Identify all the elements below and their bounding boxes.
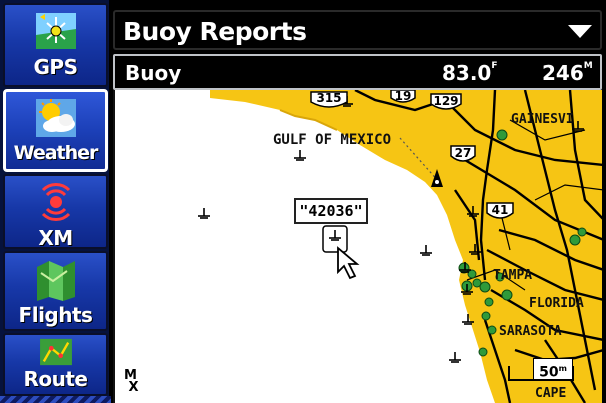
city-label-cape: CAPE <box>535 386 567 401</box>
selected-buoy-marker <box>322 225 348 253</box>
sidebar-item-label: Route <box>23 367 88 391</box>
sidebar-scroll-strip <box>0 396 111 403</box>
sidebar-item-xm[interactable]: XM <box>3 174 108 250</box>
sidebar-item-label: GPS <box>33 55 78 79</box>
city-label-gainesville: GAINESVI <box>511 112 574 127</box>
buoy-label: Buoy <box>125 61 182 85</box>
sidebar-item-flights[interactable]: Flights <box>3 251 108 331</box>
svg-text:41: 41 <box>492 203 509 217</box>
sidebar-item-gps[interactable]: GPS <box>3 3 108 87</box>
sidebar-item-label: Flights <box>18 303 93 327</box>
florida-land <box>210 90 602 403</box>
xm-icon <box>33 180 79 224</box>
weather-icon <box>33 96 79 140</box>
city-label-sarasota: SARASOTA <box>499 324 562 339</box>
buoy-direction: 246M <box>542 61 593 85</box>
city-label-tampa: TAMPA <box>493 268 533 283</box>
buoy-info-bar: Buoy 83.0F 246M <box>113 54 602 90</box>
sidebar-item-label: Weather <box>13 142 99 164</box>
selected-buoy-callout[interactable]: "42036" <box>294 198 368 224</box>
flights-icon <box>33 257 79 301</box>
map-view[interactable]: 315 19 129 27 41 GULF OF MEXICO GAINESVI… <box>113 90 602 403</box>
sidebar-item-route[interactable]: Route <box>3 333 108 396</box>
svg-text:129: 129 <box>433 94 458 108</box>
route-icon <box>33 337 79 367</box>
page-title: Buoy Reports <box>123 17 307 46</box>
mx-icon: M X <box>124 368 139 395</box>
gps-icon <box>33 9 79 53</box>
page-title-bar[interactable]: Buoy Reports <box>113 10 602 50</box>
sidebar: GPS Weather XM Flights Route <box>0 0 111 403</box>
sidebar-item-label: XM <box>38 226 73 250</box>
svg-text:27: 27 <box>455 146 472 160</box>
cursor-arrow <box>337 246 360 280</box>
triangle-down-icon[interactable] <box>568 25 592 38</box>
svg-text:315: 315 <box>316 91 341 105</box>
sidebar-item-weather[interactable]: Weather <box>3 89 108 172</box>
city-label-florida: FLORIDA <box>529 296 584 311</box>
map-scale: 50m <box>533 358 573 381</box>
buoy-temperature: 83.0F <box>442 61 498 85</box>
svg-text:19: 19 <box>395 90 412 103</box>
region-label: GULF OF MEXICO <box>273 132 392 148</box>
